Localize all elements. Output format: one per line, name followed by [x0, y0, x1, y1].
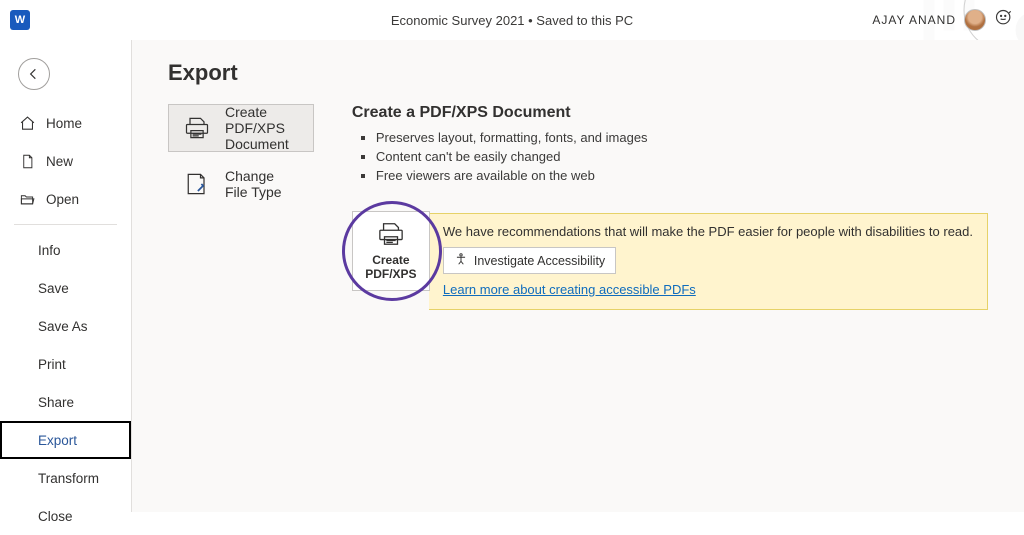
document-title: Economic Survey 2021 • Saved to this PC	[391, 13, 633, 28]
sidebar-item-label: Transform	[38, 471, 99, 486]
sidebar-item-info[interactable]: Info	[0, 231, 131, 269]
sidebar-item-new[interactable]: New	[0, 142, 131, 180]
sidebar-item-print[interactable]: Print	[0, 345, 131, 383]
pdf-printer-icon	[376, 221, 406, 249]
page-title: Export	[168, 60, 988, 86]
export-option-label: Change File Type	[225, 168, 299, 200]
sidebar-item-label: Home	[46, 116, 82, 131]
button-label-line2: PDF/XPS	[365, 267, 416, 281]
sidebar-item-label: Export	[38, 433, 77, 448]
feedback-icon[interactable]	[994, 8, 1014, 33]
details-bullet: Content can't be easily changed	[376, 149, 988, 164]
button-label-line1: Create	[372, 253, 409, 267]
sidebar-separator	[14, 224, 117, 225]
sidebar-item-label: Open	[46, 192, 79, 207]
export-option-change-file-type[interactable]: Change File Type	[168, 160, 314, 208]
open-folder-icon	[18, 190, 36, 208]
backstage-main: Export Create PDF/XPS Document Change Fi…	[132, 40, 1024, 512]
sidebar-item-label: New	[46, 154, 73, 169]
backstage-sidebar: Home New Open Info Save Save As Print Sh…	[0, 40, 132, 512]
sidebar-item-label: Info	[38, 243, 61, 258]
sidebar-item-label: Share	[38, 395, 74, 410]
export-action-area: Create PDF/XPS We have recommendations t…	[352, 211, 988, 310]
accessibility-recommendation-text: We have recommendations that will make t…	[443, 224, 973, 239]
details-bullets: Preserves layout, formatting, fonts, and…	[352, 130, 988, 183]
sidebar-item-open[interactable]: Open	[0, 180, 131, 218]
back-button[interactable]	[18, 58, 50, 90]
details-heading: Create a PDF/XPS Document	[352, 104, 988, 122]
account-avatar[interactable]	[964, 9, 986, 31]
sidebar-item-label: Save As	[38, 319, 88, 334]
new-doc-icon	[18, 152, 36, 170]
titlebar-right: AJAY ANAND	[872, 8, 1014, 33]
change-file-type-icon	[183, 170, 211, 198]
sidebar-item-save[interactable]: Save	[0, 269, 131, 307]
sidebar-item-share[interactable]: Share	[0, 383, 131, 421]
sidebar-item-label: Print	[38, 357, 66, 372]
learn-more-accessible-pdfs-link[interactable]: Learn more about creating accessible PDF…	[443, 282, 973, 297]
details-bullet: Free viewers are available on the web	[376, 168, 988, 183]
sidebar-item-close[interactable]: Close	[0, 497, 131, 535]
titlebar: W Economic Survey 2021 • Saved to this P…	[0, 0, 1024, 40]
export-details: Create a PDF/XPS Document Preserves layo…	[352, 104, 988, 310]
sidebar-item-label: Save	[38, 281, 69, 296]
export-option-label: Create PDF/XPS Document	[225, 104, 299, 152]
sidebar-item-save-as[interactable]: Save As	[0, 307, 131, 345]
word-app-icon: W	[10, 10, 30, 30]
sidebar-item-transform[interactable]: Transform	[0, 459, 131, 497]
export-options-list: Create PDF/XPS Document Change File Type	[168, 104, 314, 310]
export-option-pdf-xps[interactable]: Create PDF/XPS Document	[168, 104, 314, 152]
create-pdf-xps-button[interactable]: Create PDF/XPS	[352, 211, 430, 291]
investigate-accessibility-label: Investigate Accessibility	[474, 254, 605, 268]
home-icon	[18, 114, 36, 132]
details-bullet: Preserves layout, formatting, fonts, and…	[376, 130, 988, 145]
accessibility-person-icon	[454, 252, 468, 269]
sidebar-item-label: Close	[38, 509, 73, 524]
sidebar-item-export[interactable]: Export	[0, 421, 131, 459]
pdf-printer-icon	[183, 114, 211, 142]
investigate-accessibility-button[interactable]: Investigate Accessibility	[443, 247, 616, 274]
accessibility-recommendation-panel: We have recommendations that will make t…	[429, 213, 988, 310]
account-username[interactable]: AJAY ANAND	[872, 13, 956, 27]
sidebar-item-home[interactable]: Home	[0, 104, 131, 142]
